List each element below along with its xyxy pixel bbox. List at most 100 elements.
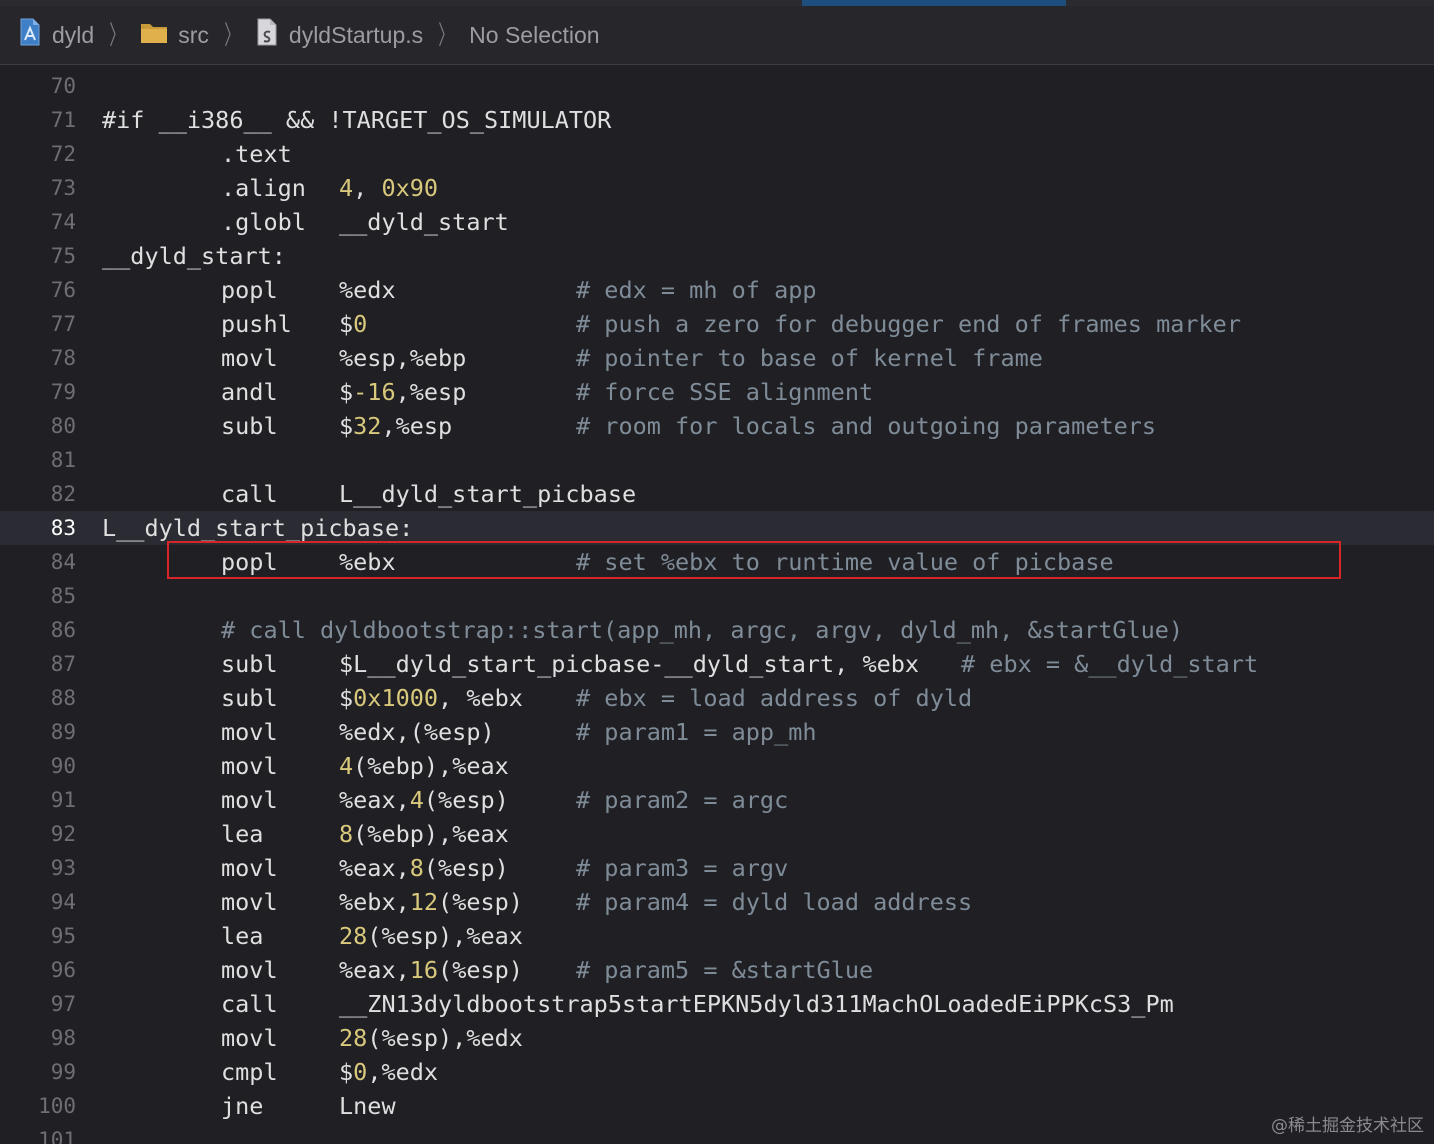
line-number[interactable]: 79 bbox=[0, 375, 76, 409]
operand-text: %ebx bbox=[339, 548, 396, 576]
line-number[interactable]: 93 bbox=[0, 851, 76, 885]
line-number[interactable]: 78 bbox=[0, 341, 76, 375]
line-number[interactable]: 95 bbox=[0, 919, 76, 953]
code-line[interactable]: 92 lea 8(%ebp),%eax bbox=[0, 817, 1434, 851]
code-line[interactable]: 98 movl 28(%esp),%edx bbox=[0, 1021, 1434, 1055]
line-number[interactable]: 75 bbox=[0, 239, 76, 273]
line-number[interactable]: 89 bbox=[0, 715, 76, 749]
code-line[interactable]: 93 movl %eax,8(%esp) # param3 = argv bbox=[0, 851, 1434, 885]
line-number[interactable]: 97 bbox=[0, 987, 76, 1021]
code-operands: $-16,%esp bbox=[339, 375, 466, 409]
code-line[interactable]: 82 call L__dyld_start_picbase bbox=[0, 477, 1434, 511]
source-editor[interactable]: 70 71 #if __i386__ && !TARGET_OS_SIMULATOR… bbox=[0, 66, 1434, 1144]
line-number[interactable]: 77 bbox=[0, 307, 76, 341]
breadcrumb-project[interactable]: dyld bbox=[18, 18, 94, 52]
operand-text: Lnew bbox=[339, 1092, 396, 1120]
line-number[interactable]: 73 bbox=[0, 171, 76, 205]
code-line[interactable]: 89 movl %edx,(%esp) # param1 = app_mh bbox=[0, 715, 1434, 749]
line-number[interactable]: 96 bbox=[0, 953, 76, 987]
line-number[interactable]: 82 bbox=[0, 477, 76, 511]
breadcrumb-file-label: dyldStartup.s bbox=[288, 21, 424, 48]
breadcrumb-file[interactable]: dyldStartup.s bbox=[255, 18, 423, 52]
breadcrumb-folder-label: src bbox=[178, 21, 209, 48]
code-line[interactable]: 100 jne Lnew bbox=[0, 1089, 1434, 1123]
code-operands: L__dyld_start_picbase bbox=[339, 477, 636, 511]
line-number[interactable]: 90 bbox=[0, 749, 76, 783]
code-operands: %edx,(%esp) bbox=[339, 715, 495, 749]
line-number[interactable]: 72 bbox=[0, 137, 76, 171]
line-number[interactable]: 76 bbox=[0, 273, 76, 307]
code-line[interactable]: 81 bbox=[0, 443, 1434, 477]
code-line[interactable]: 73 .align 4, 0x90 bbox=[0, 171, 1434, 205]
code-operands: %eax,4(%esp) bbox=[339, 783, 509, 817]
code-line[interactable]: 76 popl %edx # edx = mh of app bbox=[0, 273, 1434, 307]
line-number[interactable]: 80 bbox=[0, 409, 76, 443]
code-operands: %ebx,12(%esp) bbox=[339, 885, 523, 919]
code-line[interactable]: 90 movl 4(%ebp),%eax bbox=[0, 749, 1434, 783]
line-number[interactable]: 85 bbox=[0, 579, 76, 613]
line-number[interactable]: 99 bbox=[0, 1055, 76, 1089]
line-number[interactable]: 74 bbox=[0, 205, 76, 239]
code-operands: __dyld_start bbox=[339, 205, 509, 239]
code-operands: %ebx bbox=[339, 545, 396, 579]
code-line[interactable]: 83 L__dyld_start_picbase: bbox=[0, 511, 1434, 545]
line-number[interactable]: 71 bbox=[0, 103, 76, 137]
numeric-literal: 0x90 bbox=[381, 174, 439, 202]
operand-text: (%esp) bbox=[438, 956, 523, 984]
code-comment: # call dyldbootstrap::start(app_mh, argc… bbox=[221, 616, 1184, 644]
line-number[interactable]: 100 bbox=[0, 1089, 76, 1123]
assembly-file-icon bbox=[255, 18, 279, 52]
code-comment: # room for locals and outgoing parameter… bbox=[576, 412, 1157, 440]
code-line[interactable]: 87 subl $L__dyld_start_picbase-__dyld_star… bbox=[0, 647, 1434, 681]
code-line[interactable]: 84 popl %ebx # set %ebx to runtime value of… bbox=[0, 545, 1434, 579]
code-line[interactable]: 86 # call dyldbootstrap::start(app_mh, ar… bbox=[0, 613, 1434, 647]
breadcrumb-folder[interactable]: src bbox=[140, 20, 209, 50]
line-number[interactable]: 91 bbox=[0, 783, 76, 817]
code-line[interactable]: 94 movl %ebx,12(%esp) # param4 = dyld load … bbox=[0, 885, 1434, 919]
code-operands: $L__dyld_start_picbase-__dyld_start, %eb… bbox=[339, 647, 919, 681]
code-operands: 4, 0x90 bbox=[339, 171, 438, 205]
code-instruction: movl bbox=[221, 1024, 278, 1052]
breadcrumb-selection[interactable]: No Selection bbox=[469, 22, 599, 49]
line-number[interactable]: 84 bbox=[0, 545, 76, 579]
code-line[interactable]: 101 bbox=[0, 1123, 1434, 1144]
code-instruction: andl bbox=[221, 378, 278, 406]
code-line[interactable]: 80 subl $32,%esp # room for locals and outg… bbox=[0, 409, 1434, 443]
code-line[interactable]: 96 movl %eax,16(%esp) # param5 = &startGlue bbox=[0, 953, 1434, 987]
code-comment: # force SSE alignment bbox=[576, 378, 874, 406]
code-comment: # param2 = argc bbox=[576, 786, 789, 814]
code-line[interactable]: 91 movl %eax,4(%esp) # param2 = argc bbox=[0, 783, 1434, 817]
code-comment: # param4 = dyld load address bbox=[576, 888, 973, 916]
code-line[interactable]: 72 .text bbox=[0, 137, 1434, 171]
code-line[interactable]: 70 bbox=[0, 69, 1434, 103]
code-comment: # edx = mh of app bbox=[576, 276, 817, 304]
line-number[interactable]: 70 bbox=[0, 69, 76, 103]
code-line[interactable]: 79 andl $-16,%esp # force SSE alignment bbox=[0, 375, 1434, 409]
code-line[interactable]: 97 call __ZN13dyldbootstrap5startEPKN5dyld… bbox=[0, 987, 1434, 1021]
code-operands: __ZN13dyldbootstrap5startEPKN5dyld311Mac… bbox=[339, 987, 1174, 1021]
line-number[interactable]: 94 bbox=[0, 885, 76, 919]
code-instruction: .globl bbox=[221, 208, 306, 236]
code-line[interactable]: 95 lea 28(%esp),%eax bbox=[0, 919, 1434, 953]
code-line[interactable]: 77 pushl $0 # push a zero for debugger end … bbox=[0, 307, 1434, 341]
operand-text: __dyld_start bbox=[339, 208, 509, 236]
code-line[interactable]: 85 bbox=[0, 579, 1434, 613]
line-number[interactable]: 83 bbox=[0, 511, 76, 545]
code-line[interactable]: 71 #if __i386__ && !TARGET_OS_SIMULATOR bbox=[0, 103, 1434, 137]
operand-text: %eax, bbox=[339, 786, 410, 814]
code-comment: # pointer to base of kernel frame bbox=[576, 344, 1043, 372]
operand-text: ,%esp bbox=[395, 378, 467, 406]
line-number[interactable]: 81 bbox=[0, 443, 76, 477]
line-number[interactable]: 87 bbox=[0, 647, 76, 681]
line-number[interactable]: 98 bbox=[0, 1021, 76, 1055]
line-number[interactable]: 86 bbox=[0, 613, 76, 647]
line-number[interactable]: 92 bbox=[0, 817, 76, 851]
line-number[interactable]: 101 bbox=[0, 1123, 76, 1144]
line-number[interactable]: 88 bbox=[0, 681, 76, 715]
code-instruction: pushl bbox=[221, 310, 292, 338]
code-line[interactable]: 75 __dyld_start: bbox=[0, 239, 1434, 273]
code-line[interactable]: 74 .globl __dyld_start bbox=[0, 205, 1434, 239]
code-line[interactable]: 99 cmpl $0,%edx bbox=[0, 1055, 1434, 1089]
code-line[interactable]: 88 subl $0x1000, %ebx # ebx = load address … bbox=[0, 681, 1434, 715]
code-line[interactable]: 78 movl %esp,%ebp # pointer to base of kern… bbox=[0, 341, 1434, 375]
